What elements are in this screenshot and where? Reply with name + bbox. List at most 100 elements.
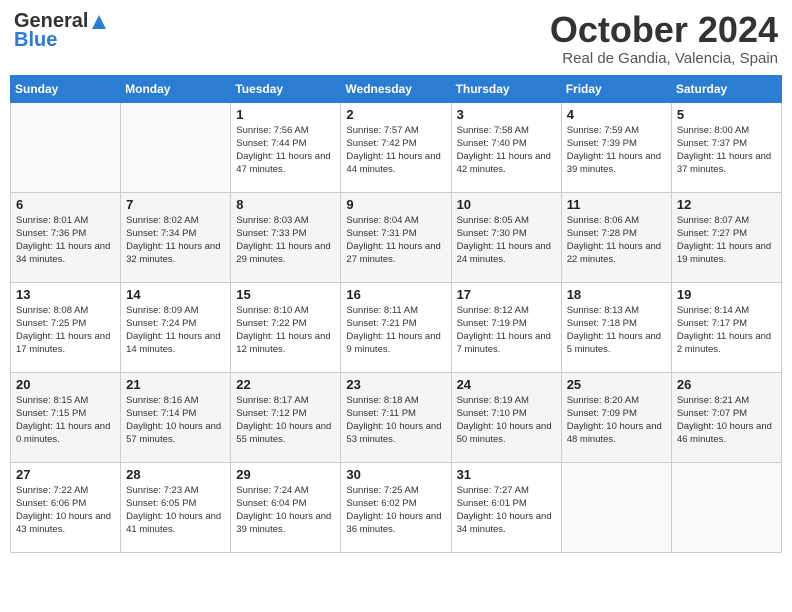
day-detail: Sunrise: 8:15 AMSunset: 7:15 PMDaylight:… [16,394,115,447]
day-cell: 5 Sunrise: 8:00 AMSunset: 7:37 PMDaylight… [671,102,781,192]
day-number: 13 [16,287,115,302]
day-detail: Sunrise: 8:02 AMSunset: 7:34 PMDaylight:… [126,214,225,267]
day-cell: 28Sunrise: 7:23 AMSunset: 6:05 PMDayligh… [121,462,231,552]
week-row-2: 6 Sunrise: 8:01 AMSunset: 7:36 PMDaylight… [11,192,782,282]
day-cell: 6 Sunrise: 8:01 AMSunset: 7:36 PMDaylight… [11,192,121,282]
day-number: 19 [677,287,776,302]
day-number: 20 [16,377,115,392]
location-subtitle: Real de Gandia, Valencia, Spain [550,50,778,67]
day-detail: Sunrise: 7:57 AMSunset: 7:42 PMDaylight:… [346,124,445,177]
day-cell: 29Sunrise: 7:24 AMSunset: 6:04 PMDayligh… [231,462,341,552]
page-header: General Blue October 2024 Real de Gandia… [10,10,782,67]
day-cell: 15 Sunrise: 8:10 AMSunset: 7:22 PMDayligh… [231,282,341,372]
weekday-header-saturday: Saturday [671,75,781,102]
logo-blue: Blue [14,29,57,52]
calendar-table: SundayMondayTuesdayWednesdayThursdayFrid… [10,75,782,553]
day-cell: 21 Sunrise: 8:16 AMSunset: 7:14 PMDayligh… [121,372,231,462]
day-number: 5 [677,107,776,122]
day-detail: Sunrise: 8:05 AMSunset: 7:30 PMDaylight:… [457,214,556,267]
day-cell: 27Sunrise: 7:22 AMSunset: 6:06 PMDayligh… [11,462,121,552]
day-cell: 17Sunrise: 8:12 AMSunset: 7:19 PMDayligh… [451,282,561,372]
day-detail: Sunrise: 8:16 AMSunset: 7:14 PMDaylight:… [126,394,225,447]
week-row-1: 1 Sunrise: 7:56 AMSunset: 7:44 PMDaylight… [11,102,782,192]
day-number: 2 [346,107,445,122]
day-number: 28 [126,467,225,482]
day-cell [121,102,231,192]
day-number: 3 [457,107,556,122]
day-cell: 13 Sunrise: 8:08 AMSunset: 7:25 PMDayligh… [11,282,121,372]
logo-icon [88,11,110,33]
day-number: 1 [236,107,335,122]
day-detail: Sunrise: 8:00 AMSunset: 7:37 PMDaylight:… [677,124,776,177]
day-detail: Sunrise: 8:14 AMSunset: 7:17 PMDaylight:… [677,304,776,357]
day-detail: Sunrise: 7:58 AMSunset: 7:40 PMDaylight:… [457,124,556,177]
day-detail: Sunrise: 7:24 AMSunset: 6:04 PMDaylight:… [236,484,335,537]
day-detail: Sunrise: 8:18 AMSunset: 7:11 PMDaylight:… [346,394,445,447]
day-number: 9 [346,197,445,212]
weekday-header-wednesday: Wednesday [341,75,451,102]
day-cell: 10 Sunrise: 8:05 AMSunset: 7:30 PMDayligh… [451,192,561,282]
day-cell [561,462,671,552]
logo: General Blue [14,10,110,52]
day-cell: 23Sunrise: 8:18 AMSunset: 7:11 PMDayligh… [341,372,451,462]
day-cell: 11Sunrise: 8:06 AMSunset: 7:28 PMDayligh… [561,192,671,282]
day-cell: 8 Sunrise: 8:03 AMSunset: 7:33 PMDaylight… [231,192,341,282]
day-cell: 14Sunrise: 8:09 AMSunset: 7:24 PMDayligh… [121,282,231,372]
day-number: 22 [236,377,335,392]
day-detail: Sunrise: 7:25 AMSunset: 6:02 PMDaylight:… [346,484,445,537]
week-row-4: 20 Sunrise: 8:15 AMSunset: 7:15 PMDayligh… [11,372,782,462]
day-cell: 16 Sunrise: 8:11 AMSunset: 7:21 PMDayligh… [341,282,451,372]
weekday-header-row: SundayMondayTuesdayWednesdayThursdayFrid… [11,75,782,102]
day-detail: Sunrise: 7:56 AMSunset: 7:44 PMDaylight:… [236,124,335,177]
day-cell: 24Sunrise: 8:19 AMSunset: 7:10 PMDayligh… [451,372,561,462]
day-detail: Sunrise: 8:04 AMSunset: 7:31 PMDaylight:… [346,214,445,267]
day-number: 8 [236,197,335,212]
day-number: 25 [567,377,666,392]
weekday-header-monday: Monday [121,75,231,102]
day-detail: Sunrise: 8:21 AMSunset: 7:07 PMDaylight:… [677,394,776,447]
day-number: 6 [16,197,115,212]
day-number: 30 [346,467,445,482]
weekday-header-sunday: Sunday [11,75,121,102]
day-detail: Sunrise: 7:27 AMSunset: 6:01 PMDaylight:… [457,484,556,537]
day-number: 26 [677,377,776,392]
day-detail: Sunrise: 8:17 AMSunset: 7:12 PMDaylight:… [236,394,335,447]
day-detail: Sunrise: 8:06 AMSunset: 7:28 PMDaylight:… [567,214,666,267]
day-number: 21 [126,377,225,392]
day-number: 16 [346,287,445,302]
day-number: 31 [457,467,556,482]
day-cell: 9 Sunrise: 8:04 AMSunset: 7:31 PMDaylight… [341,192,451,282]
day-detail: Sunrise: 8:20 AMSunset: 7:09 PMDaylight:… [567,394,666,447]
month-title: October 2024 [550,10,778,50]
day-number: 18 [567,287,666,302]
day-number: 12 [677,197,776,212]
day-cell: 3 Sunrise: 7:58 AMSunset: 7:40 PMDaylight… [451,102,561,192]
day-number: 15 [236,287,335,302]
day-detail: Sunrise: 8:01 AMSunset: 7:36 PMDaylight:… [16,214,115,267]
day-detail: Sunrise: 8:11 AMSunset: 7:21 PMDaylight:… [346,304,445,357]
weekday-header-friday: Friday [561,75,671,102]
day-number: 4 [567,107,666,122]
weekday-header-thursday: Thursday [451,75,561,102]
day-cell: 18 Sunrise: 8:13 AMSunset: 7:18 PMDayligh… [561,282,671,372]
day-cell: 12Sunrise: 8:07 AMSunset: 7:27 PMDayligh… [671,192,781,282]
day-cell: 4 Sunrise: 7:59 AMSunset: 7:39 PMDaylight… [561,102,671,192]
title-area: October 2024 Real de Gandia, Valencia, S… [550,10,778,67]
day-cell: 19 Sunrise: 8:14 AMSunset: 7:17 PMDayligh… [671,282,781,372]
day-cell [11,102,121,192]
day-detail: Sunrise: 8:13 AMSunset: 7:18 PMDaylight:… [567,304,666,357]
day-number: 17 [457,287,556,302]
day-number: 27 [16,467,115,482]
day-detail: Sunrise: 8:03 AMSunset: 7:33 PMDaylight:… [236,214,335,267]
day-number: 24 [457,377,556,392]
day-detail: Sunrise: 8:10 AMSunset: 7:22 PMDaylight:… [236,304,335,357]
day-detail: Sunrise: 7:59 AMSunset: 7:39 PMDaylight:… [567,124,666,177]
day-cell [671,462,781,552]
day-number: 10 [457,197,556,212]
day-detail: Sunrise: 8:09 AMSunset: 7:24 PMDaylight:… [126,304,225,357]
day-cell: 7 Sunrise: 8:02 AMSunset: 7:34 PMDaylight… [121,192,231,282]
day-cell: 22 Sunrise: 8:17 AMSunset: 7:12 PMDayligh… [231,372,341,462]
day-number: 7 [126,197,225,212]
day-cell: 20 Sunrise: 8:15 AMSunset: 7:15 PMDayligh… [11,372,121,462]
day-detail: Sunrise: 8:08 AMSunset: 7:25 PMDaylight:… [16,304,115,357]
